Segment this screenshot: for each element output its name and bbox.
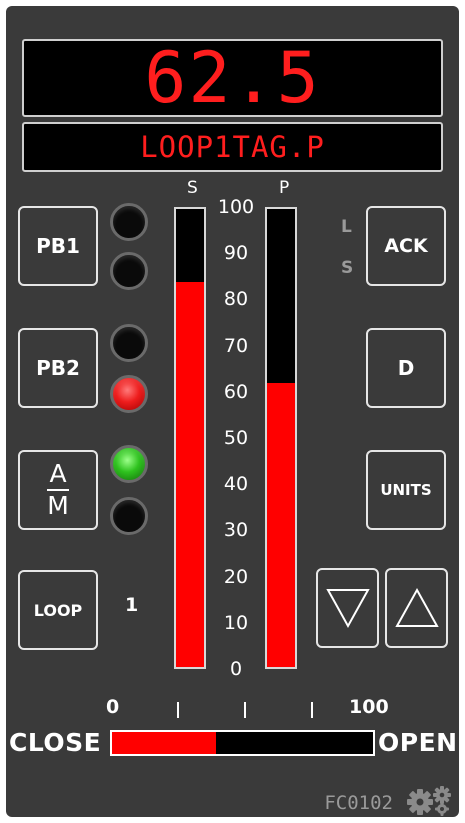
manual-label: M xyxy=(47,490,69,520)
gears-icon[interactable] xyxy=(404,784,456,817)
pb2-led-bottom xyxy=(110,375,148,413)
triangle-down-icon xyxy=(325,589,370,629)
open-label: OPEN xyxy=(378,728,458,757)
valve-scale-max: 100 xyxy=(349,696,389,718)
bar-scale-tick-label: 40 xyxy=(223,473,249,496)
ack-label: ACK xyxy=(384,235,428,257)
units-label: UNITS xyxy=(380,481,432,499)
pv-display: 62.5 xyxy=(22,39,443,117)
loop-number: 1 xyxy=(125,594,139,616)
loop-button[interactable]: LOOP xyxy=(18,570,98,650)
bar-scale-tick-label: 70 xyxy=(223,334,249,357)
triangle-up-icon xyxy=(394,587,439,627)
bar-scale-tick-label: 50 xyxy=(223,427,249,449)
valve-output-fill xyxy=(112,732,217,754)
decrease-button[interactable] xyxy=(316,568,379,648)
bar-scale-tick-label: 30 xyxy=(223,519,249,542)
auto-led xyxy=(110,445,148,483)
bar-scale-tick-label: 90 xyxy=(223,242,249,265)
valve-scale-tick xyxy=(311,702,313,718)
ack-button[interactable]: ACK xyxy=(366,206,446,286)
setpoint-bar-fill xyxy=(176,282,204,667)
d-button[interactable]: D xyxy=(366,328,446,408)
pv-bar-label: P xyxy=(279,178,290,198)
valve-output-bar xyxy=(110,730,375,756)
loop-tag: LOOP1TAG.P xyxy=(140,130,325,164)
station-id: FC0102 xyxy=(324,792,393,814)
pv-value: 62.5 xyxy=(144,37,321,119)
manual-led xyxy=(110,497,148,535)
bar-scale-tick-label: 20 xyxy=(223,565,249,588)
loop-label: LOOP xyxy=(33,600,83,620)
pb2-label: PB2 xyxy=(36,356,80,380)
valve-scale-tick xyxy=(244,702,246,718)
pv-bar xyxy=(265,207,297,669)
limit-indicator-s: S xyxy=(341,258,354,278)
pb1-button[interactable]: PB1 xyxy=(18,206,98,286)
increase-button[interactable] xyxy=(385,568,448,648)
pb2-button[interactable]: PB2 xyxy=(18,328,98,408)
valve-scale-tick xyxy=(177,702,179,718)
auto-label: A xyxy=(49,459,67,489)
pb1-label: PB1 xyxy=(36,234,80,258)
bar-scale-tick-label: 100 xyxy=(217,196,255,218)
controller-faceplate: 62.5 LOOP1TAG.P PB1 PB2 A M LOOP 1 S P 1… xyxy=(6,6,459,817)
tag-display: LOOP1TAG.P xyxy=(22,122,443,172)
close-label: CLOSE xyxy=(9,728,102,757)
pv-bar-fill xyxy=(267,383,295,667)
pb2-led-top xyxy=(110,324,148,362)
auto-manual-button[interactable]: A M xyxy=(18,450,98,530)
limit-indicator-l: L xyxy=(341,217,352,237)
pb1-led-top xyxy=(110,203,148,241)
setpoint-bar-label: S xyxy=(187,178,198,198)
pb1-led-bottom xyxy=(110,252,148,290)
bar-scale-tick-label: 60 xyxy=(223,380,249,403)
bar-scale-tick-label: 0 xyxy=(229,658,243,680)
d-label: D xyxy=(397,356,415,380)
units-button[interactable]: UNITS xyxy=(366,450,446,530)
valve-scale-min: 0 xyxy=(106,696,120,718)
bar-scale-tick-label: 80 xyxy=(223,288,249,311)
setpoint-bar xyxy=(174,207,206,669)
bar-scale-tick-label: 10 xyxy=(223,611,249,634)
